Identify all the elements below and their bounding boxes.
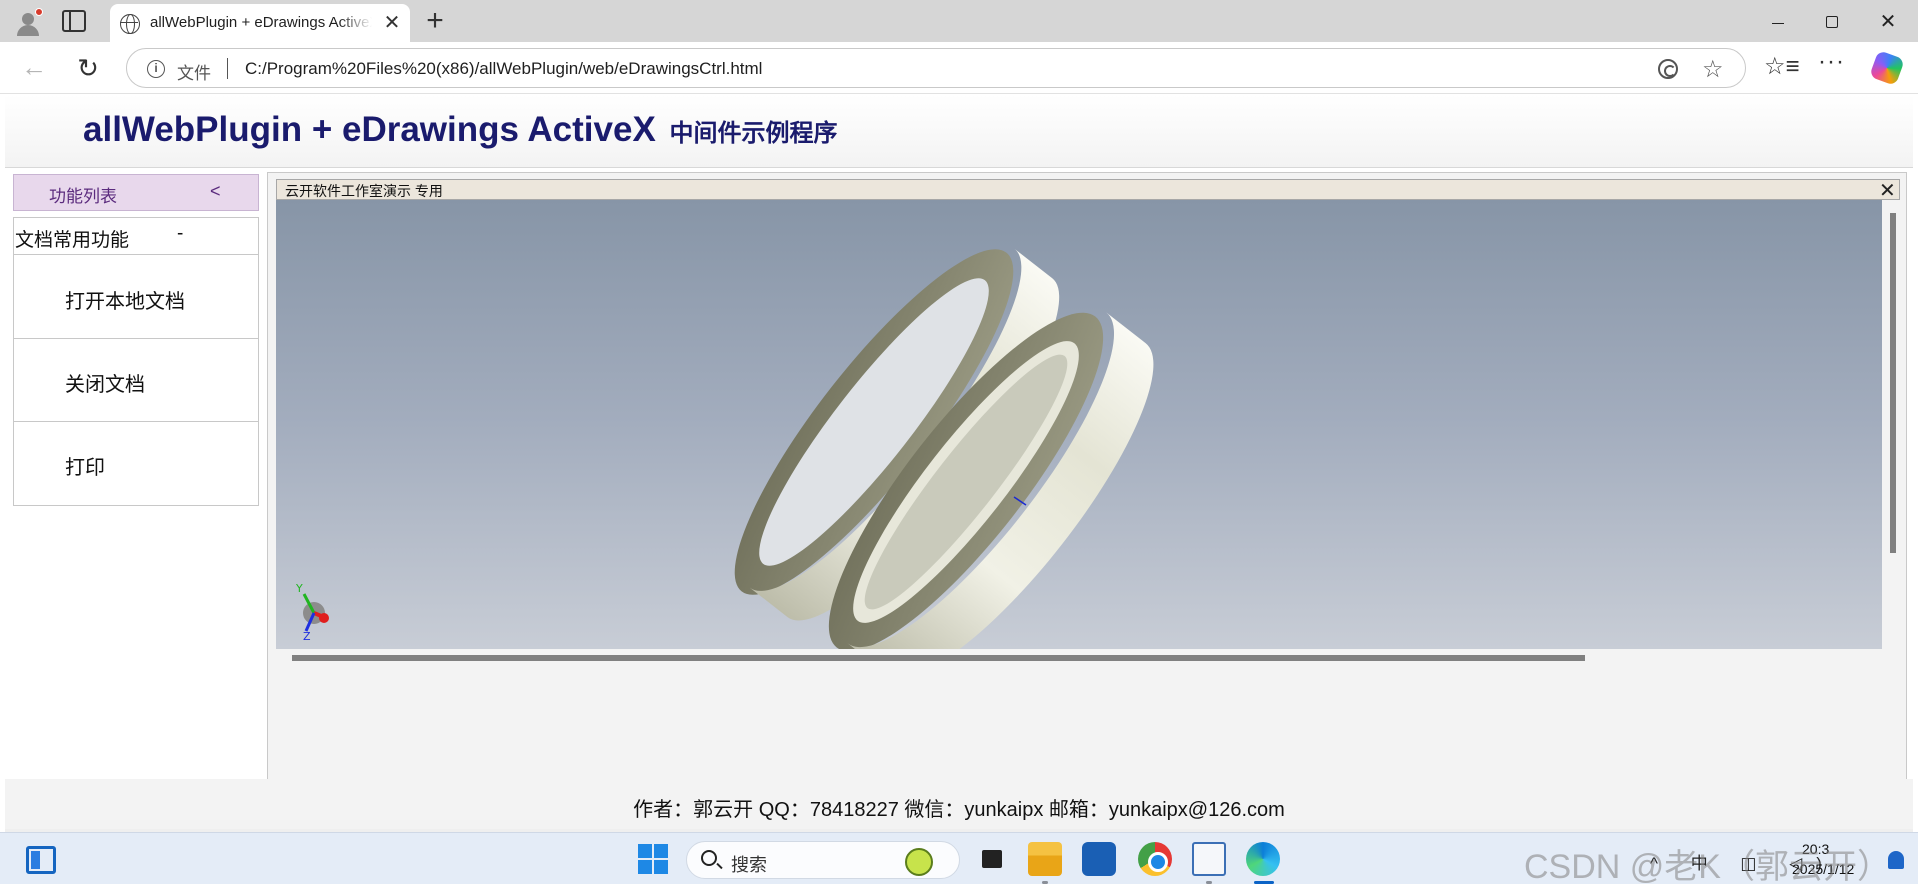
edrawings-plugin-frame: 云开软件工作室演示 专用 ✕ Y Z [267, 172, 1907, 780]
tab-title: allWebPlugin + eDrawings ActiveX [150, 14, 372, 31]
3d-viewport[interactable]: Y Z [276, 200, 1882, 649]
more-icon[interactable]: ··· [1818, 48, 1845, 76]
search-highlight-icon [905, 848, 933, 876]
axis-z-label: Z [303, 630, 311, 643]
profile-avatar-icon[interactable] [12, 8, 46, 36]
page-title: allWebPlugin + eDrawings ActiveX 中间件示例程序 [83, 110, 838, 150]
restore-button[interactable] [1812, 8, 1852, 36]
url-input[interactable]: C:/Program%20Files%20(x86)/allWebPlugin/… [245, 59, 762, 79]
active-tab[interactable]: allWebPlugin + eDrawings ActiveX ✕ [110, 4, 410, 42]
address-separator [227, 58, 228, 79]
new-tab-button[interactable]: + [420, 6, 450, 37]
sidebar-title: 功能列表 [49, 187, 117, 206]
taskbar-search[interactable]: 搜索 [686, 841, 960, 879]
page-header: allWebPlugin + eDrawings ActiveX 中间件示例程序 [5, 95, 1913, 167]
menu-item-label: 打印 [65, 457, 105, 479]
page-footer: 作者：郭云开 QQ：78418227 微信：yunkaipx 邮箱：yunkai… [5, 779, 1913, 829]
collapse-icon[interactable]: < [210, 181, 221, 202]
web-page: allWebPlugin + eDrawings ActiveX 中间件示例程序… [5, 95, 1913, 832]
tab-strip: allWebPlugin + eDrawings ActiveX ✕ + ✕ [0, 0, 1918, 42]
taskbar: 搜索 ^ 中 ◫ ◁) 20:3 2025/1/12 CSDN @老K（郭云开） [0, 832, 1918, 886]
close-document-button[interactable]: 关闭文档 [14, 339, 258, 422]
group-toggle-icon[interactable]: - [177, 223, 183, 245]
search-placeholder: 搜索 [731, 855, 767, 875]
globe-icon [120, 14, 140, 34]
file-explorer-icon[interactable] [1028, 842, 1062, 876]
axis-y-label: Y [295, 582, 303, 595]
footer-contact-text: 作者：郭云开 QQ：78418227 微信：yunkaipx 邮箱：yunkai… [633, 799, 1285, 821]
minimize-button[interactable] [1758, 8, 1798, 36]
back-arrow-icon[interactable]: ← [18, 54, 50, 82]
tab-actions-icon[interactable] [62, 10, 86, 32]
csdn-watermark: CSDN @老K（郭云开） [1524, 848, 1891, 886]
site-info-label[interactable]: 文件 [177, 59, 211, 84]
browser-toolbar: ← ↻ i 文件 C:/Program%20Files%20(x86)/allW… [0, 42, 1918, 94]
chrome-icon[interactable] [1138, 842, 1172, 876]
print-button[interactable]: 打印 [14, 422, 258, 505]
sidebar: 功能列表 < 文档常用功能 - 打开本地文档 关闭文档 打印 [13, 174, 259, 510]
copilot-icon[interactable] [1869, 50, 1905, 86]
read-aloud-icon[interactable] [1658, 59, 1678, 79]
axis-triad-icon: Y Z [295, 582, 329, 643]
edrawings-titlebar: 云开软件工作室演示 专用 ✕ [276, 179, 1900, 202]
page-title-main: allWebPlugin + eDrawings ActiveX [83, 110, 656, 149]
edrawings-title: 云开软件工作室演示 专用 [285, 183, 443, 199]
reload-icon[interactable]: ↻ [72, 53, 104, 83]
vertical-scrollbar[interactable] [1890, 213, 1896, 553]
start-windows-icon[interactable] [638, 844, 668, 874]
task-view-icon[interactable] [976, 842, 1010, 876]
content-area: 功能列表 < 文档常用功能 - 打开本地文档 关闭文档 打印 云开软件工作室演示… [5, 167, 1913, 780]
window-close-button[interactable]: ✕ [1868, 8, 1908, 36]
address-bar[interactable]: i 文件 C:/Program%20Files%20(x86)/allWebPl… [126, 48, 1746, 88]
bearing-model: Y Z [295, 248, 1154, 649]
tab-close-icon[interactable]: ✕ [382, 13, 402, 33]
info-icon[interactable]: i [147, 60, 165, 78]
horizontal-scrollbar[interactable] [292, 655, 1585, 661]
page-subtitle: 中间件示例程序 [669, 120, 838, 147]
menu-item-label: 关闭文档 [65, 374, 145, 396]
function-group: 文档常用功能 - 打开本地文档 关闭文档 打印 [13, 217, 259, 506]
search-icon [701, 850, 717, 866]
group-header[interactable]: 文档常用功能 - [14, 218, 258, 255]
monitor-app-icon[interactable] [1192, 842, 1226, 876]
edge-icon[interactable] [1246, 842, 1280, 876]
group-title: 文档常用功能 [15, 230, 130, 251]
favorites-icon[interactable]: ☆≡ [1764, 52, 1800, 81]
store-icon[interactable] [1082, 842, 1116, 876]
menu-item-label: 打开本地文档 [65, 291, 185, 313]
open-local-document-button[interactable]: 打开本地文档 [14, 256, 258, 339]
widgets-icon[interactable] [26, 846, 56, 874]
star-icon[interactable]: ☆ [1702, 55, 1724, 84]
sidebar-header[interactable]: 功能列表 < [13, 174, 259, 211]
